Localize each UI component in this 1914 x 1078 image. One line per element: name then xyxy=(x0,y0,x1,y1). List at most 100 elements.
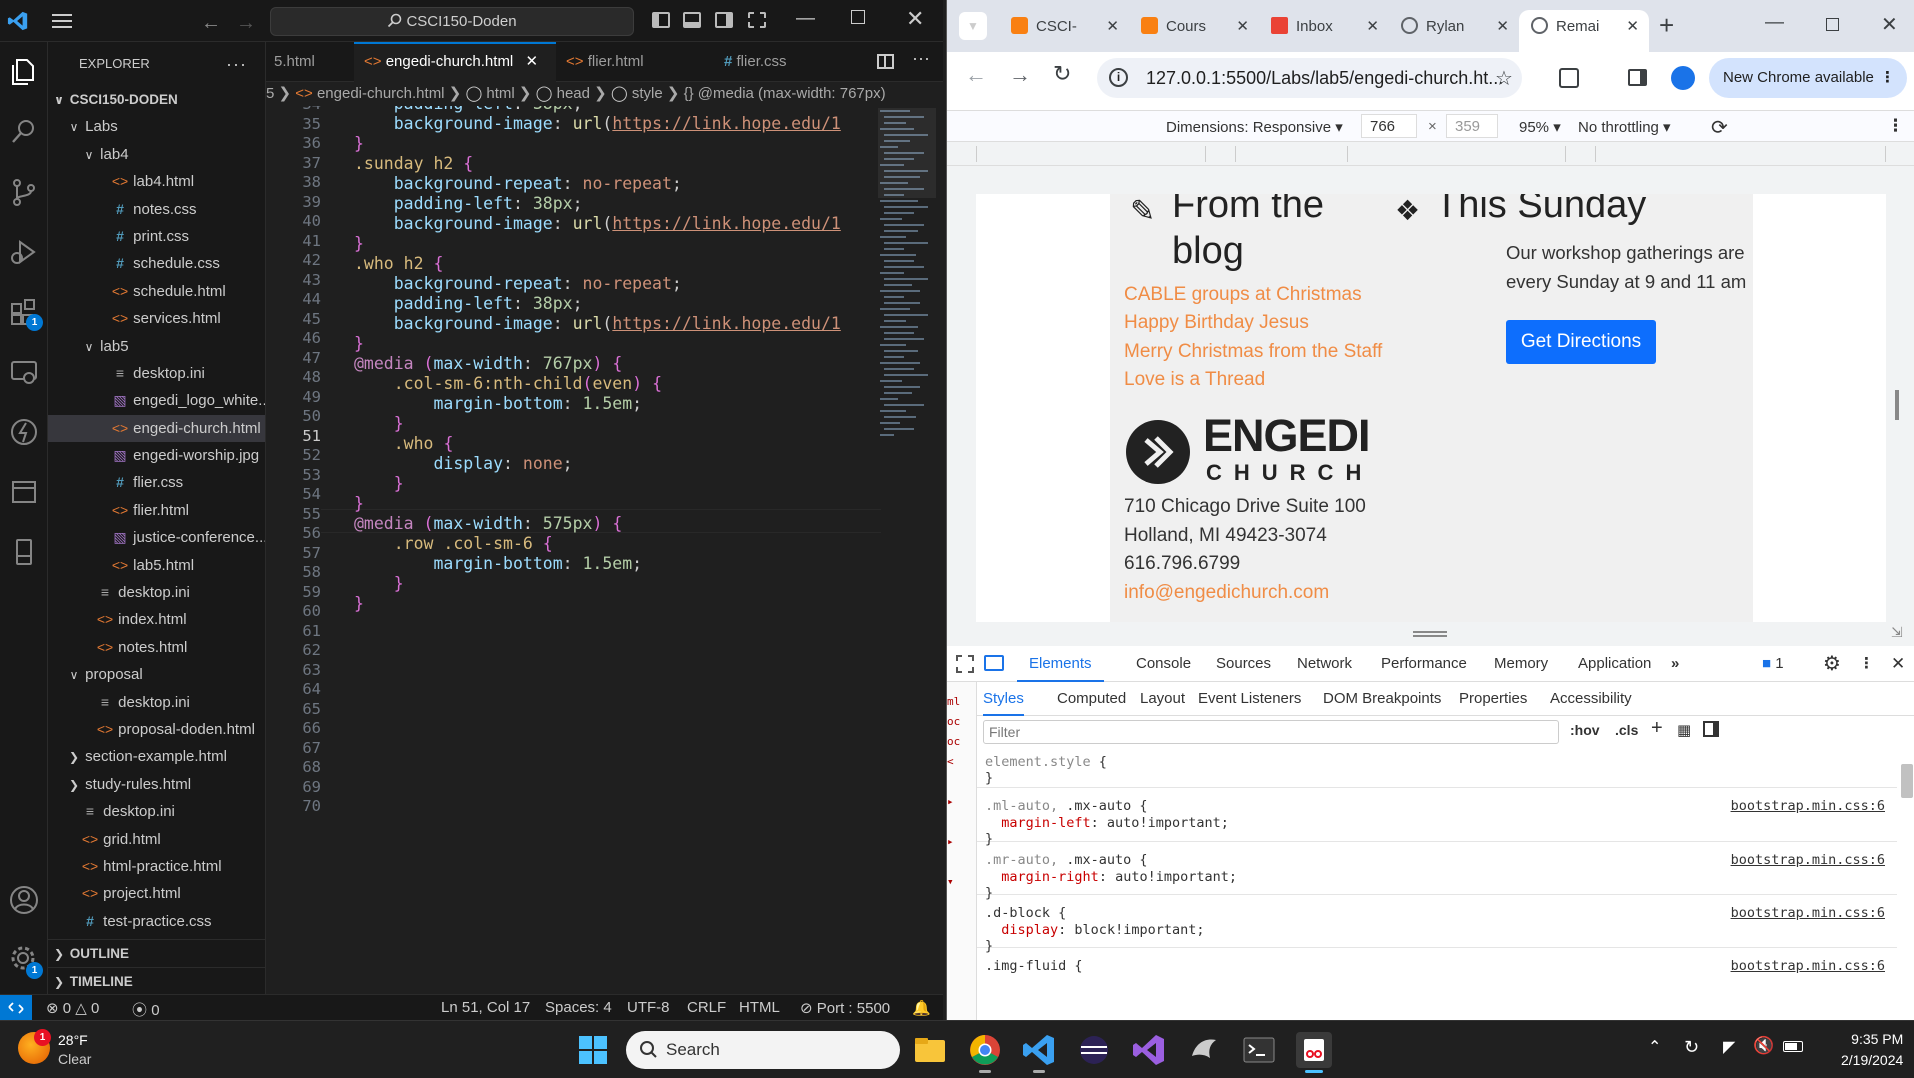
more-options-icon[interactable]: ⋮ xyxy=(1887,116,1904,136)
styles-pane[interactable]: element.style { } .ml-auto, .mx-auto { m… xyxy=(977,750,1914,1020)
tree-folder[interactable]: ∨ CSCI150-DODEN xyxy=(48,86,265,113)
more-tabs-icon[interactable]: » xyxy=(1671,646,1679,682)
address-bar[interactable]: i 127.0.0.1:5500/Labs/lab5/engedi-church… xyxy=(1097,58,1522,98)
css-source-link[interactable]: bootstrap.min.css:6 xyxy=(1731,798,1885,814)
close-tab-icon[interactable]: ✕ xyxy=(1236,10,1249,44)
eclipse-icon[interactable] xyxy=(1076,1032,1112,1068)
tree-file[interactable]: ≡ desktop.ini xyxy=(48,798,265,825)
resize-corner-icon[interactable]: ⇲ xyxy=(1891,624,1903,641)
throttling-select[interactable]: No throttling ▾ xyxy=(1578,118,1671,136)
media-query-ruler[interactable] xyxy=(947,142,1914,166)
tree-file[interactable]: # flier.css xyxy=(48,469,265,496)
file-explorer-icon[interactable] xyxy=(912,1032,948,1068)
live-server-icon[interactable] xyxy=(8,416,40,448)
tree-folder[interactable]: ∨ lab4 xyxy=(48,141,265,168)
command-center[interactable]: CSCI150-Doden xyxy=(270,7,634,36)
cursor-position[interactable]: Ln 51, Col 17 xyxy=(441,999,530,1016)
tree-file[interactable]: <> services.html xyxy=(48,305,265,332)
css-source-link[interactable]: bootstrap.min.css:6 xyxy=(1731,852,1885,868)
subtab-event-listeners[interactable]: Event Listeners xyxy=(1198,682,1301,716)
wireshark-icon[interactable] xyxy=(1186,1032,1222,1068)
extensions-puzzle-icon[interactable] xyxy=(1559,68,1579,88)
browser-tab-active[interactable]: Remai ✕ xyxy=(1519,10,1649,52)
tree-folder[interactable]: ∨ Labs xyxy=(48,113,265,140)
get-directions-button[interactable]: Get Directions xyxy=(1506,320,1656,364)
encoding-status[interactable]: UTF-8 xyxy=(627,999,670,1016)
resize-handle-right[interactable] xyxy=(1895,390,1899,420)
toggle-sidebar-icon[interactable] xyxy=(652,12,670,28)
tab-application[interactable]: Application xyxy=(1578,646,1651,682)
tree-file[interactable]: # schedule.css xyxy=(48,250,265,277)
subtab-accessibility[interactable]: Accessibility xyxy=(1550,682,1632,716)
zoom-select[interactable]: 95% ▾ xyxy=(1519,118,1561,136)
tab-console[interactable]: Console xyxy=(1136,646,1191,682)
system-clock[interactable]: 9:35 PM 2/19/2024 xyxy=(1841,1029,1903,1071)
problems-status[interactable]: ⊗ 0 △ 0 xyxy=(46,999,99,1017)
settings-gear-icon[interactable]: 1 xyxy=(8,944,43,979)
site-info-icon[interactable]: i xyxy=(1109,68,1128,87)
subtab-styles[interactable]: Styles xyxy=(983,682,1024,716)
volume-muted-icon[interactable]: 🔇 xyxy=(1753,1036,1774,1056)
back-arrow-icon[interactable]: ← xyxy=(201,12,221,35)
tree-file[interactable]: <> engedi-church.html xyxy=(48,414,265,443)
tree-file[interactable]: # print.css xyxy=(48,223,265,250)
tree-file[interactable]: <> schedule.html xyxy=(48,278,265,305)
tab-elements[interactable]: Elements xyxy=(1017,646,1104,682)
minimize-button[interactable]: — xyxy=(1765,12,1784,34)
wifi-icon[interactable]: ◤ xyxy=(1723,1037,1735,1057)
vertical-scrollbar[interactable] xyxy=(936,106,943,994)
tab-flier-css[interactable]: # flier.css xyxy=(714,42,832,82)
account-icon[interactable] xyxy=(8,884,40,916)
close-tab-icon[interactable]: ✕ xyxy=(525,53,538,70)
computed-sidebar-icon[interactable] xyxy=(1703,721,1719,737)
close-tab-icon[interactable]: ✕ xyxy=(1626,10,1639,44)
tab-search-chevron-icon[interactable]: ▼ xyxy=(959,12,987,40)
browser-tab[interactable]: CSCI- ✕ xyxy=(999,10,1129,52)
subtab-properties[interactable]: Properties xyxy=(1459,682,1527,716)
reload-icon[interactable]: ↻ xyxy=(1053,61,1071,87)
close-button[interactable]: ✕ xyxy=(1881,12,1898,37)
back-arrow-icon[interactable]: ← xyxy=(965,62,987,88)
taskbar-search[interactable]: Search xyxy=(626,1031,900,1069)
snipping-tool-icon[interactable] xyxy=(1296,1032,1332,1073)
tree-file[interactable]: <> lab5.html xyxy=(48,552,265,579)
language-mode[interactable]: HTML xyxy=(739,999,780,1016)
tree-folder[interactable]: ∨ proposal xyxy=(48,661,265,688)
eol-status[interactable]: CRLF xyxy=(687,999,726,1016)
cls-toggle[interactable]: .cls xyxy=(1615,722,1638,738)
code-area[interactable]: padding-left: 38px; background-image: ur… xyxy=(354,106,874,994)
sync-icon[interactable]: ↻ xyxy=(1684,1037,1699,1058)
extensions-icon[interactable]: 1 xyxy=(8,296,43,331)
tree-file[interactable]: <> project.html xyxy=(48,880,265,907)
tree-folder[interactable]: ❯ study-rules.html xyxy=(48,771,265,798)
rotate-icon[interactable]: ⟳ xyxy=(1711,115,1728,140)
tab-engedi-church-html[interactable]: <> engedi-church.html ✕ xyxy=(354,42,556,82)
subtab-layout[interactable]: Layout xyxy=(1140,682,1185,716)
resize-handle-bottom[interactable] xyxy=(1413,631,1447,637)
close-tab-icon[interactable]: ✕ xyxy=(1106,10,1119,44)
tab-sources[interactable]: Sources xyxy=(1216,646,1271,682)
menu-icon[interactable] xyxy=(52,14,72,28)
weather-widget[interactable]: 28°F Clear xyxy=(58,1031,91,1069)
close-devtools-icon[interactable]: ✕ xyxy=(1891,646,1905,682)
tree-file[interactable]: ≡ desktop.ini xyxy=(48,689,265,716)
tree-file[interactable]: ▧ engedi-worship.jpg xyxy=(48,442,265,469)
toggle-panel-icon[interactable] xyxy=(683,12,701,28)
chrome-icon[interactable] xyxy=(967,1032,1003,1073)
side-panel-icon[interactable] xyxy=(1628,69,1647,86)
hov-toggle[interactable]: :hov xyxy=(1570,722,1600,738)
inspect-element-icon[interactable] xyxy=(956,655,974,673)
tree-file[interactable]: <> grid.html xyxy=(48,826,265,853)
new-style-rule-icon[interactable]: + xyxy=(1651,717,1663,740)
tree-file[interactable]: ≡ desktop.ini xyxy=(48,360,265,387)
tree-file[interactable]: # test-practice.css xyxy=(48,908,265,935)
minimap[interactable] xyxy=(878,106,938,506)
notifications-bell-icon[interactable]: 🔔 xyxy=(912,999,931,1017)
new-tab-button[interactable]: + xyxy=(1659,10,1674,41)
styles-scrollbar[interactable] xyxy=(1901,764,1913,798)
terminal-icon[interactable] xyxy=(1241,1032,1277,1068)
forward-arrow-icon[interactable]: → xyxy=(236,12,256,35)
run-debug-icon[interactable] xyxy=(8,236,40,268)
customize-layout-icon[interactable] xyxy=(748,12,766,28)
tree-file[interactable]: ≡ desktop.ini xyxy=(48,579,265,606)
